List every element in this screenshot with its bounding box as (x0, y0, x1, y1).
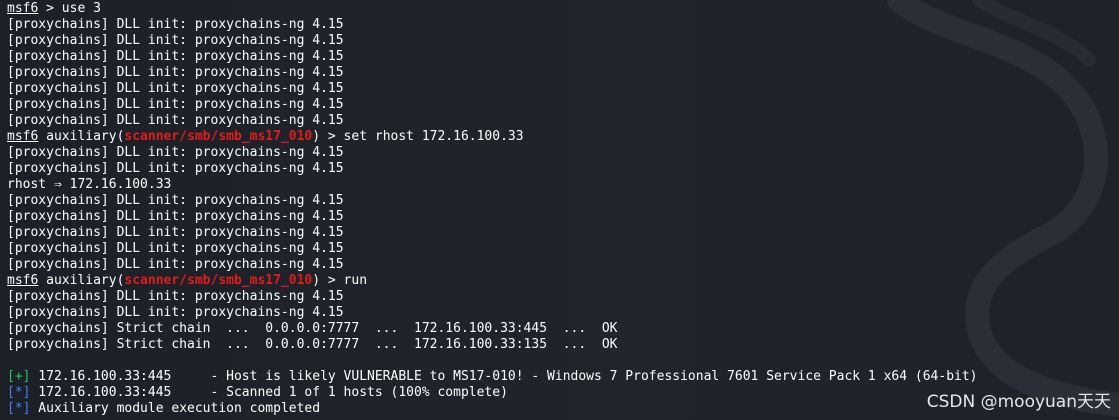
terminal-line: [proxychains] DLL init: proxychains-ng 4… (7, 289, 344, 304)
status-text: 172.16.100.33:445 - Host is likely VULNE… (30, 369, 978, 384)
terminal-line: [proxychains] DLL init: proxychains-ng 4… (7, 209, 344, 224)
terminal-line: [proxychains] DLL init: proxychains-ng 4… (7, 97, 344, 112)
prompt-name: msf6 (7, 273, 39, 288)
status-text: Auxiliary module execution completed (30, 401, 321, 416)
status-line: [*] 172.16.100.33:445 - Scanned 1 of 1 h… (7, 385, 978, 401)
terminal-line: [proxychains] DLL init: proxychains-ng 4… (7, 225, 344, 240)
status-text: 172.16.100.33:445 - Scanned 1 of 1 hosts… (30, 385, 508, 400)
status-line: [*] Auxiliary module execution completed (7, 401, 978, 417)
prompt-name: msf6 (7, 129, 39, 144)
terminal-line: [proxychains] Strict chain ... 0.0.0.0:7… (7, 337, 618, 352)
status-tag: [*] (7, 385, 31, 400)
command-text: ) > run (312, 273, 368, 288)
terminal-window[interactable]: msf6 > use 3 [proxychains] DLL init: prox… (0, 0, 1119, 420)
prompt-line: msf6 auxiliary(scanner/smb/smb_ms17_010)… (7, 273, 978, 289)
terminal-line: [proxychains] DLL init: proxychains-ng 4… (7, 193, 344, 208)
status-line: [+] 172.16.100.33:445 - Host is likely V… (7, 369, 978, 385)
terminal-line: [proxychains] DLL init: proxychains-ng 4… (7, 65, 344, 80)
prompt-line: msf6 auxiliary(scanner/smb/smb_ms17_010)… (7, 129, 978, 145)
module-name: scanner/smb/smb_ms17_010 (124, 273, 313, 288)
terminal-line: [proxychains] DLL init: proxychains-ng 4… (7, 17, 344, 32)
terminal-line: [proxychains] DLL init: proxychains-ng 4… (7, 257, 344, 272)
terminal-line: [proxychains] DLL init: proxychains-ng 4… (7, 113, 344, 128)
command-text: > use 3 (38, 1, 101, 16)
terminal-line: rhost ⇒ 172.16.100.33 (7, 177, 172, 192)
terminal-line: [proxychains] Strict chain ... 0.0.0.0:7… (7, 321, 618, 336)
terminal-line: [proxychains] DLL init: proxychains-ng 4… (7, 161, 344, 176)
status-tag: [*] (7, 401, 31, 416)
terminal-line: [proxychains] DLL init: proxychains-ng 4… (7, 305, 344, 320)
terminal-line: [proxychains] DLL init: proxychains-ng 4… (7, 33, 344, 48)
terminal-line: [proxychains] DLL init: proxychains-ng 4… (7, 49, 344, 64)
prompt-prefix: auxiliary( (38, 273, 125, 288)
status-tag: [+] (7, 369, 31, 384)
module-name: scanner/smb/smb_ms17_010 (124, 129, 313, 144)
terminal-line: [proxychains] DLL init: proxychains-ng 4… (7, 81, 344, 96)
command-text: ) > set rhost 172.16.100.33 (312, 129, 524, 144)
terminal-line: [proxychains] DLL init: proxychains-ng 4… (7, 241, 344, 256)
terminal-output: msf6 > use 3 [proxychains] DLL init: prox… (7, 1, 978, 417)
prompt-prefix: auxiliary( (38, 129, 125, 144)
prompt-line: msf6 > use 3 (7, 1, 978, 17)
prompt-name: msf6 (7, 1, 39, 16)
csdn-watermark: CSDN @mooyuan天天 (926, 392, 1111, 412)
terminal-line: [proxychains] DLL init: proxychains-ng 4… (7, 145, 344, 160)
